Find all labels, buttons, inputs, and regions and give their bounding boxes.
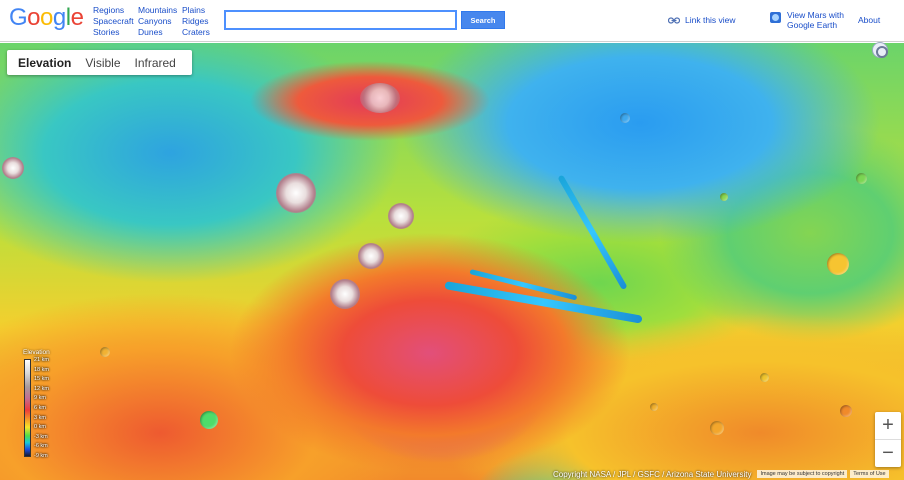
nav-link-regions[interactable]: Regions <box>93 5 134 16</box>
tab-infrared[interactable]: Infrared <box>128 56 183 70</box>
link-icon <box>668 16 680 24</box>
map-footer: Copyright NASA / JPL / GSFC / Arizona St… <box>553 468 904 480</box>
earth-label-line1: View Mars with <box>787 10 844 20</box>
about-link[interactable]: About <box>858 15 880 25</box>
google-earth-icon <box>770 12 781 23</box>
mars-elevation-map[interactable] <box>0 43 904 480</box>
view-in-google-earth[interactable]: View Mars with Google Earth <box>770 10 844 30</box>
legend-label: 12 km <box>34 385 49 392</box>
volcano-pavonis-mons <box>358 243 384 269</box>
legend-label: 21 km <box>34 357 49 363</box>
nav-column-1: Regions Spacecraft Stories <box>93 5 134 38</box>
crater <box>100 347 110 357</box>
legend-label: 3 km <box>34 414 46 421</box>
nav-link-dunes[interactable]: Dunes <box>138 27 177 38</box>
search-input[interactable] <box>224 10 457 30</box>
legend-label: 18 km <box>34 366 49 373</box>
logo-letter: o <box>40 4 53 31</box>
copyright-text: Copyright NASA / JPL / GSFC / Arizona St… <box>553 469 752 479</box>
crater <box>200 411 218 429</box>
legend-color-bar <box>24 359 31 457</box>
crater <box>760 373 769 382</box>
nav-link-ridges[interactable]: Ridges <box>182 16 210 27</box>
link-this-view[interactable]: Link this view <box>668 15 736 25</box>
terms-of-use-link[interactable]: Terms of Use <box>850 470 889 478</box>
link-this-view-label: Link this view <box>685 15 736 25</box>
volcano-alba-mons <box>360 83 400 113</box>
legend-label: 6 km <box>34 404 46 411</box>
legend-label: 0 km <box>34 424 46 431</box>
nav-link-spacecraft[interactable]: Spacecraft <box>93 16 134 27</box>
volcano-arsia-mons <box>330 279 360 309</box>
elevation-legend: Elevation 21 km 18 km 15 km 12 km 9 km 6… <box>22 349 62 459</box>
legend-labels: 21 km 18 km 15 km 12 km 9 km 6 km 3 km 0… <box>34 357 49 459</box>
logo-letter: g <box>52 4 66 31</box>
logo-letter: e <box>70 4 84 31</box>
tab-visible[interactable]: Visible <box>78 56 127 70</box>
zoom-out-button[interactable]: − <box>875 440 901 467</box>
nav-column-3: Plains Ridges Craters <box>182 5 210 38</box>
volcano-elysium-mons <box>2 157 24 179</box>
legend-title: Elevation <box>23 349 50 356</box>
crater <box>840 405 852 417</box>
legend-label: -6 km <box>34 443 48 450</box>
google-logo[interactable]: Google <box>9 4 84 32</box>
nav-link-plains[interactable]: Plains <box>182 5 210 16</box>
crater <box>827 253 849 275</box>
legend-label: 9 km <box>34 395 46 402</box>
crater <box>856 173 867 184</box>
legend-label: -9 km <box>34 452 48 459</box>
zoom-control: + − <box>875 412 901 467</box>
crater <box>620 113 630 123</box>
nav-link-stories[interactable]: Stories <box>93 27 134 38</box>
volcano-olympus-mons <box>276 173 316 213</box>
layer-tab-bar: Elevation Visible Infrared <box>7 50 192 75</box>
logo-letter: o <box>27 4 41 31</box>
search-button[interactable]: Search <box>461 11 505 29</box>
copyright-disclaimer: Image may be subject to copyright <box>757 470 848 478</box>
crater <box>710 421 724 435</box>
nav-column-2: Mountains Canyons Dunes <box>138 5 177 38</box>
header-bar: Google Regions Spacecraft Stories Mounta… <box>0 0 904 42</box>
canyon-chryse-channel <box>557 174 628 291</box>
nav-link-craters[interactable]: Craters <box>182 27 210 38</box>
legend-label: -3 km <box>34 433 48 440</box>
earth-label-line2: Google Earth <box>787 20 838 30</box>
nav-link-mountains[interactable]: Mountains <box>138 5 177 16</box>
zoom-in-button[interactable]: + <box>875 412 901 439</box>
nav-link-canyons[interactable]: Canyons <box>138 16 177 27</box>
legend-label: 15 km <box>34 376 49 383</box>
crater <box>720 193 728 201</box>
volcano-ascraeus-mons <box>388 203 414 229</box>
logo-letter: G <box>9 4 28 31</box>
tab-elevation[interactable]: Elevation <box>11 56 78 70</box>
compass-icon[interactable] <box>872 42 888 58</box>
crater <box>650 403 658 411</box>
